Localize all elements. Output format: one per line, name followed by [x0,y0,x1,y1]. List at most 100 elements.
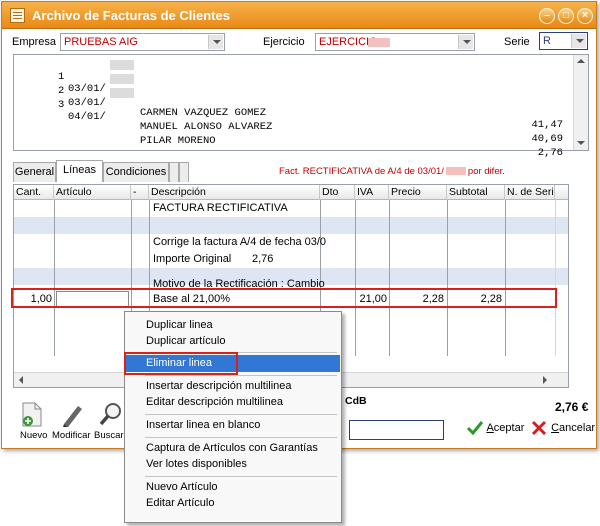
empresa-select[interactable]: PRUEBAS AIG [60,33,225,51]
title-bar[interactable]: Archivo de Facturas de Clientes – □ × [2,2,596,29]
redacted-year [110,74,134,84]
window-title: Archivo de Facturas de Clientes [32,8,230,23]
barcode-input[interactable] [349,420,444,440]
desc-line: Corrige la factura A/4 de fecha 03/0 [153,236,327,248]
note-prefix: Fact. RECTIFICATIVA de A/4 de 03/01/ [279,166,444,177]
tab-extra[interactable] [169,162,179,182]
importe-original-value: 2,76 [252,253,274,265]
desc-line: FACTURA RECTIFICATIVA [153,202,288,214]
rectification-note: Fact. RECTIFICATIVA de A/4 de 03/01/por … [279,166,505,177]
chevron-up-icon[interactable] [555,185,568,200]
new-document-icon[interactable] [19,402,49,428]
serie-select[interactable]: R [539,32,588,50]
invoice-amount: 41,47 [531,119,563,131]
pen-icon[interactable] [58,402,88,428]
serie-label: Serie [504,36,530,48]
col-iva[interactable]: IVA [355,185,389,200]
invoice-amount: 2,76 [537,147,563,159]
col-subtotal[interactable]: Subtotal [447,185,505,200]
aceptar-button[interactable]: Aceptar [466,420,524,440]
menu-item-insertar-linea-blanco[interactable]: Insertar linea en blanco [126,417,340,434]
tab-general[interactable]: General [13,162,56,182]
menu-separator [145,437,337,438]
col-precio[interactable]: Precio [389,185,447,200]
table-row[interactable] [14,200,568,217]
aceptar-label: ceptar [493,421,525,434]
customer-name: CARMEN VAZQUEZ GOMEZ [140,107,267,119]
redacted-year [445,167,466,176]
col-dto[interactable]: Dto [320,185,355,200]
col-divider [355,200,356,356]
nuevo-button[interactable]: Nuevo [20,430,47,441]
cancelar-button[interactable]: Cancelar [530,420,595,440]
cross-icon [531,420,547,436]
table-row[interactable] [14,251,568,268]
menu-item-editar-descripcion[interactable]: Editar descripción multilinea [126,394,340,411]
restore-icon[interactable]: □ [558,8,574,24]
col-descripcion[interactable]: Descripción [149,185,320,200]
empresa-label: Empresa [12,36,57,48]
ejercicio-select[interactable]: EJERCICIO [315,33,475,51]
close-icon[interactable]: × [577,8,593,24]
cancelar-mnemonic: C [551,421,560,434]
total-amount: 2,76 € [555,400,589,414]
ejercicio-label: Ejercicio [263,36,305,48]
empresa-value: PRUEBAS AIG [64,36,138,48]
check-icon [466,421,484,436]
aceptar-mnemonic: A [486,421,494,434]
menu-item-duplicar-linea[interactable]: Duplicar linea [126,317,340,334]
tab-lineas[interactable]: Líneas [56,160,103,182]
chevron-right-icon[interactable] [543,376,547,384]
menu-separator [145,476,337,477]
col-dash[interactable]: - [131,185,149,200]
list-item[interactable]: 1 03/01/ CARMEN VAZQUEZ GOMEZ 41,47 [14,59,569,131]
col-divider [555,200,556,356]
note-suffix: por difer. [467,166,505,177]
col-articulo[interactable]: Artículo [54,185,131,200]
tab-condiciones[interactable]: Condiciones [103,162,169,182]
chevron-up-icon[interactable] [577,59,585,63]
chevron-down-icon[interactable] [571,34,586,48]
customer-name: PILAR MORENO [140,135,216,147]
menu-item-insertar-descripcion[interactable]: Insertar descripción multilinea [126,378,340,395]
redacted-year [368,38,390,47]
serie-value: R [543,35,551,47]
menu-item-nuevo-articulo[interactable]: Nuevo Artículo [126,479,340,496]
menu-item-editar-articulo[interactable]: Editar Artículo [126,495,340,512]
col-divider [447,200,448,356]
chevron-down-icon[interactable] [458,35,473,49]
chevron-down-icon[interactable] [577,141,585,145]
customer-name: MANUEL ALONSO ALVAREZ [140,121,273,133]
col-cant[interactable]: Cant. [14,185,54,200]
selected-row-highlight [11,288,557,308]
menu-item-duplicar-articulo[interactable]: Duplicar artículo [126,333,340,350]
cdb-label: CdB [345,395,367,407]
redacted-year [110,88,134,98]
eliminar-highlight-box [124,352,238,375]
invoice-amount: 40,69 [531,133,563,145]
col-num-serie[interactable]: N. de Serie [505,185,555,200]
menu-separator [145,414,337,415]
invoice-list[interactable]: 1 03/01/ CARMEN VAZQUEZ GOMEZ 41,47 2 03… [13,54,589,159]
menu-item-captura-garantias[interactable]: Captura de Artículos con Garantías [126,440,340,457]
redacted-year [110,60,134,70]
context-menu: Duplicar linea Duplicar artículo Elimina… [124,311,342,523]
invoice-date: 04/01/ [68,111,106,123]
magnifier-icon[interactable] [96,402,126,428]
cancelar-label: ancelar [559,421,596,434]
buscar-button[interactable]: Buscar [94,430,124,441]
modificar-button[interactable]: Modificar [52,430,91,441]
document-icon [10,8,25,23]
col-divider [505,200,506,356]
tab-extra[interactable] [179,162,189,182]
desc-line: Importe Original [153,253,232,265]
invoice-number: 3 [58,99,65,111]
list-scrollbar[interactable] [573,55,588,150]
table-row[interactable] [14,217,568,234]
minimize-icon[interactable]: – [539,8,555,24]
menu-item-ver-lotes[interactable]: Ver lotes disponibles [126,456,340,473]
list-item[interactable]: 2 03/01/ MANUEL ALONSO ALVAREZ 40,69 [14,73,569,145]
list-item[interactable]: 3 04/01/ PILAR MORENO 2,76 [14,87,569,159]
chevron-left-icon[interactable] [19,376,23,384]
chevron-down-icon[interactable] [208,35,223,49]
